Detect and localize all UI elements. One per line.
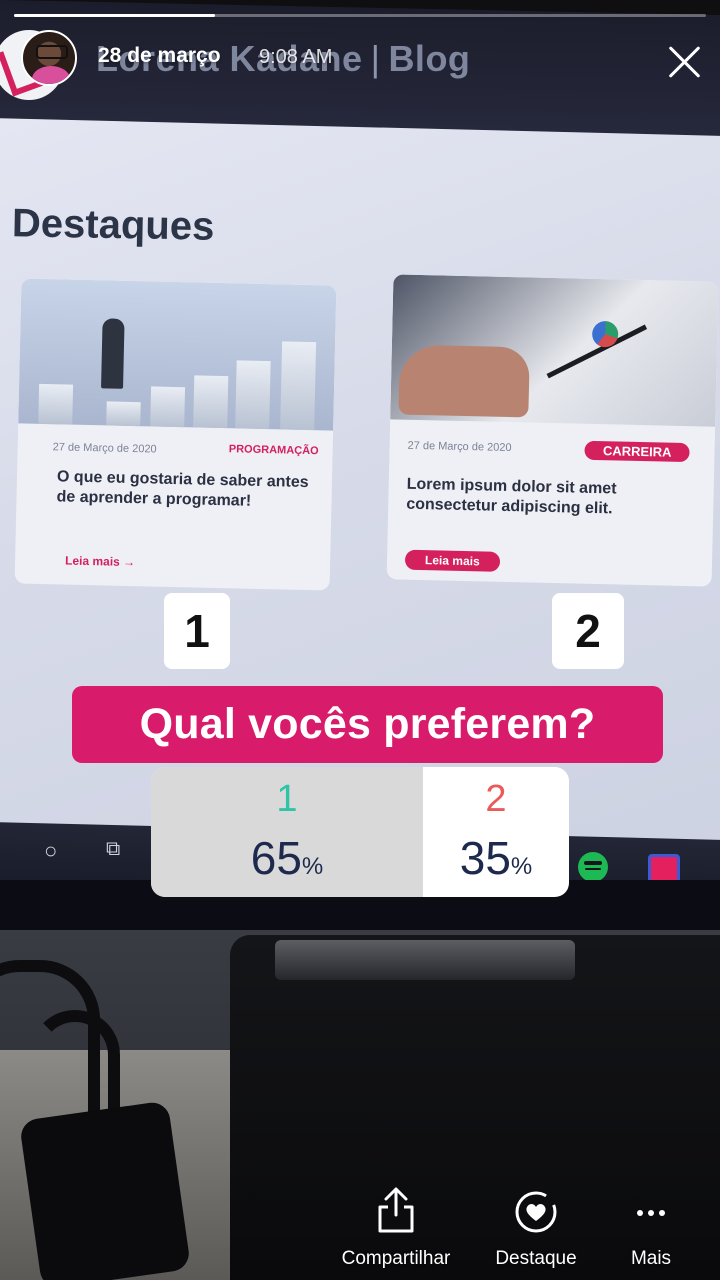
poll-option-2-percent: 35 — [459, 832, 511, 884]
more-label: Mais — [630, 1248, 672, 1269]
share-label: Compartilhar — [341, 1248, 451, 1269]
more-button[interactable]: Mais — [620, 1185, 682, 1270]
poll-option-1-label: 1 — [276, 778, 298, 820]
percent-sign: % — [510, 853, 533, 880]
chart-bar — [150, 386, 186, 428]
percent-sign: % — [301, 853, 324, 880]
story-progress-fill — [14, 14, 215, 17]
poll-option-1-percent: 65 — [250, 832, 302, 884]
poll-sticker: 1 65% 2 35% — [151, 767, 569, 897]
businessman-figure — [101, 318, 125, 389]
share-button[interactable]: Compartilhar — [333, 1185, 459, 1270]
blog-section-heading: Destaques — [11, 201, 215, 249]
poll-option-2[interactable]: 2 35% — [423, 767, 569, 897]
blog-card-1-category: PROGRAMAÇÃO — [228, 443, 319, 458]
story-progress-bar — [14, 14, 706, 17]
blog-card-2-date: 27 de Março de 2020 — [407, 439, 512, 455]
poll-option-1-result: 65% — [151, 833, 423, 892]
taskbar-view-icon: ⧉ — [106, 838, 121, 860]
blog-card-1-image — [18, 278, 337, 431]
monitor-stand-edge — [275, 940, 575, 980]
blog-card-1: 27 de Março de 2020 PROGRAMAÇÃO O que eu… — [14, 278, 337, 591]
chart-bar — [193, 375, 229, 429]
poll-option-1[interactable]: 1 65% — [151, 767, 423, 897]
poll-option-2-label: 2 — [485, 778, 507, 820]
story-time: 9:08 AM — [259, 46, 333, 68]
poll-option-2-result: 35% — [423, 833, 569, 892]
story-header: 28 de março 9:08 AM — [0, 28, 720, 92]
number-sticker-2: 2 — [552, 593, 624, 669]
highlight-button[interactable]: Destaque — [488, 1185, 584, 1270]
blog-card-2-category: CARREIRA — [584, 440, 690, 463]
blog-card-2-link: Leia mais — [404, 549, 500, 572]
question-sticker: Qual vocês preferem? — [72, 686, 663, 763]
highlight-label: Destaque — [495, 1248, 577, 1269]
taskbar-circle-icon: ○ — [44, 838, 58, 863]
chart-bar — [235, 360, 271, 430]
share-icon — [378, 1187, 414, 1233]
more-dots-icon — [637, 1210, 665, 1216]
blog-card-2-title: Lorem ipsum dolor sit amet consectetur a… — [406, 475, 617, 518]
highlight-heart-icon — [515, 1191, 557, 1233]
chart-bar — [106, 401, 141, 427]
story-actions-bar: Compartilhar Destaque Mais — [0, 1185, 720, 1280]
blog-card-2-image — [390, 274, 719, 427]
story-date: 28 de março — [98, 44, 221, 67]
blog-card-2: 27 de Março de 2020 CARREIRA Lorem ipsum… — [386, 274, 719, 587]
blog-card-1-date: 27 de Março de 2020 — [52, 441, 157, 456]
close-icon[interactable] — [664, 40, 706, 82]
avatar[interactable] — [21, 30, 77, 86]
story-viewer: Lorena Kadane | Blog Destaques 27 de Março… — [0, 0, 720, 1280]
chart-bar — [280, 341, 317, 431]
blog-card-1-title: O que eu gostaria de saber antes de apre… — [56, 468, 309, 510]
hand-figure — [398, 344, 530, 418]
chart-bar — [38, 383, 74, 425]
number-sticker-1: 1 — [164, 593, 230, 669]
blog-card-1-link: Leia mais → — [64, 553, 136, 570]
spotify-icon — [578, 852, 608, 882]
